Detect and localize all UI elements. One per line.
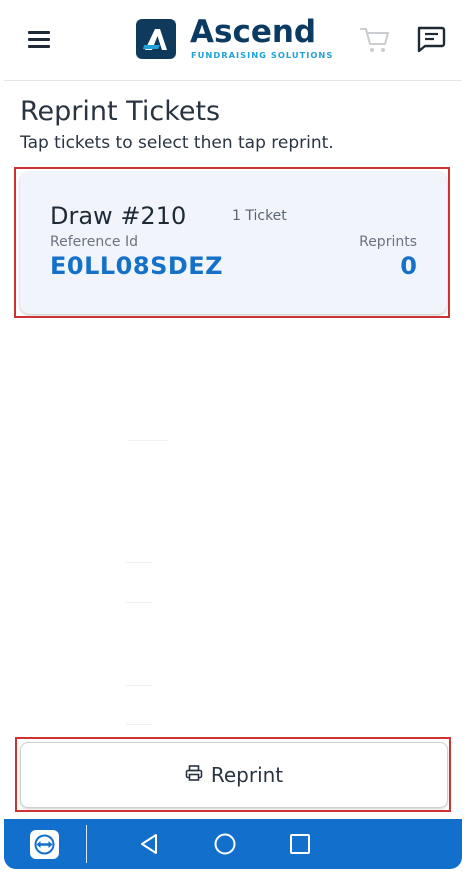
page-title: Reprint Tickets (20, 96, 221, 127)
divider (86, 825, 87, 863)
logo-subtitle: FUNDRAISING SOLUTIONS (191, 50, 334, 60)
home-circle-icon[interactable] (213, 832, 237, 856)
divider (126, 724, 152, 725)
divider (126, 602, 152, 603)
chat-icon[interactable] (414, 24, 448, 54)
system-nav-bar (4, 819, 462, 869)
reprints-value: 0 (400, 252, 417, 280)
reprint-label: Reprint (210, 763, 284, 787)
ticket-card[interactable]: Draw #210 1 Ticket Reference Id E0LL08SD… (20, 172, 447, 314)
menu-button[interactable] (26, 26, 54, 52)
divider (126, 562, 152, 563)
hamburger-icon (28, 31, 50, 34)
divider (128, 440, 168, 441)
teamviewer-icon[interactable] (30, 830, 59, 859)
divider (126, 685, 152, 686)
page-subtitle: Tap tickets to select then tap reprint. (20, 133, 334, 153)
reference-value: E0LL08SDEZ (50, 252, 224, 280)
recents-square-icon[interactable] (289, 833, 311, 855)
cart-icon[interactable] (358, 24, 392, 54)
reprint-button[interactable]: Reprint (20, 742, 448, 808)
printer-icon (185, 764, 203, 786)
back-triangle-icon[interactable] (138, 832, 162, 856)
logo-mark-icon (136, 19, 176, 59)
logo-wordmark: Ascend (190, 14, 317, 50)
draw-title: Draw #210 (50, 202, 187, 230)
ticket-count: 1 Ticket (232, 208, 287, 224)
reprints-label: Reprints (359, 234, 417, 250)
reference-label: Reference Id (50, 234, 138, 250)
top-bar: Ascend FUNDRAISING SOLUTIONS (4, 0, 462, 81)
brand-logo: Ascend FUNDRAISING SOLUTIONS (136, 14, 336, 62)
